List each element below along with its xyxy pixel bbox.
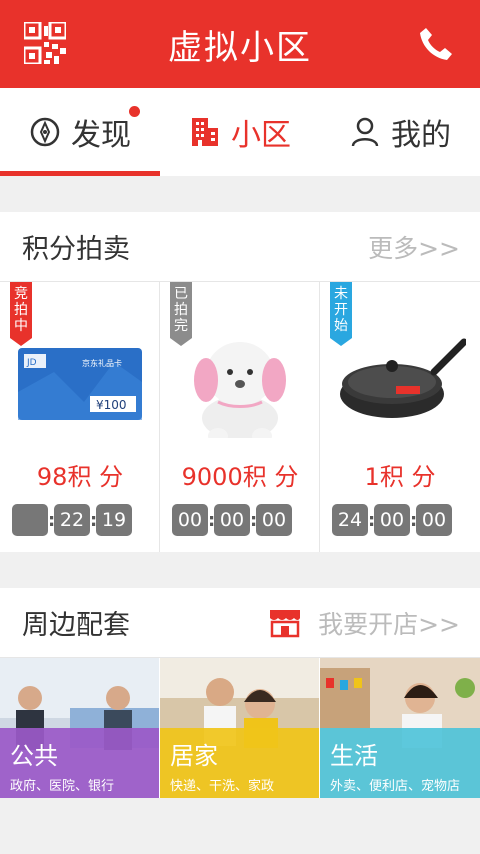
timer-hours: 24 bbox=[332, 504, 368, 536]
wok-pan-image bbox=[340, 338, 466, 418]
auction-header: 积分拍卖 更多>> bbox=[0, 212, 480, 282]
service-tile-public[interactable]: 公共 政府、医院、银行 bbox=[0, 658, 160, 798]
status-ribbon: 竞拍中 bbox=[10, 282, 32, 346]
service-name: 公共 bbox=[10, 742, 58, 770]
top-tabs: 发现 小区 我的 bbox=[0, 88, 480, 176]
timer-hours: 00 bbox=[172, 504, 208, 536]
service-name: 生活 bbox=[330, 742, 378, 770]
section-title: 周边配套 bbox=[22, 610, 130, 641]
service-tiles: 公共 政府、医院、银行 居家 快递、干洗、家政 生活 外卖、便利店、宠物店 bbox=[0, 658, 480, 798]
services-section: 周边配套 我要开店>> 公共 政府、医院、银行 居家 快递、干洗、家政 生活 外… bbox=[0, 588, 480, 798]
service-sub: 快递、干洗、家政 bbox=[170, 779, 275, 794]
tab-label: 小区 bbox=[231, 118, 291, 153]
gift-card-image: JD 京东礼品卡 ¥100 bbox=[18, 348, 142, 420]
service-name: 居家 bbox=[170, 742, 218, 770]
auction-cards: 竞拍中 JD 京东礼品卡 ¥100 98积 分 : 22 : 19 已拍完 90… bbox=[0, 282, 480, 552]
card-text: 京东礼品卡 bbox=[82, 358, 122, 368]
timer-seconds: 19 bbox=[96, 504, 132, 536]
plush-dog-image bbox=[194, 342, 286, 438]
price-label: 9000积 分 bbox=[181, 463, 299, 491]
auction-card[interactable]: 未开始 1积 分 24 : 00 : 00 bbox=[320, 282, 480, 552]
card-brand: JD bbox=[26, 358, 37, 368]
section-title: 积分拍卖 bbox=[22, 234, 130, 265]
person-icon bbox=[351, 117, 379, 147]
countdown-timer: : 22 : 19 bbox=[12, 504, 132, 536]
open-store-text: 我要开店>> bbox=[318, 609, 460, 639]
service-band: 公共 政府、医院、银行 bbox=[0, 728, 159, 798]
countdown-timer: 00 : 00 : 00 bbox=[172, 504, 292, 536]
open-store-link[interactable]: 我要开店>> bbox=[268, 605, 460, 641]
timer-minutes: 00 bbox=[374, 504, 410, 536]
services-header: 周边配套 我要开店>> bbox=[0, 588, 480, 658]
service-sub: 政府、医院、银行 bbox=[10, 779, 115, 794]
page-title: 虚拟小区 bbox=[168, 27, 312, 68]
more-link[interactable]: 更多>> bbox=[368, 229, 460, 265]
qr-code-icon[interactable] bbox=[24, 22, 66, 64]
app-header: 虚拟小区 bbox=[0, 0, 480, 88]
tab-label: 发现 bbox=[71, 118, 131, 153]
auction-card[interactable]: 竞拍中 JD 京东礼品卡 ¥100 98积 分 : 22 : 19 bbox=[0, 282, 160, 552]
service-tile-home[interactable]: 居家 快递、干洗、家政 bbox=[160, 658, 320, 798]
service-sub: 外卖、便利店、宠物店 bbox=[330, 779, 461, 794]
service-band: 生活 外卖、便利店、宠物店 bbox=[320, 728, 480, 798]
timer-minutes: 00 bbox=[214, 504, 250, 536]
card-value: ¥100 bbox=[96, 398, 127, 412]
price-label: 1积 分 bbox=[364, 463, 436, 491]
timer-minutes: 22 bbox=[54, 504, 90, 536]
tab-discover[interactable]: 发现 bbox=[0, 88, 160, 176]
notification-dot bbox=[129, 106, 140, 117]
auction-section: 积分拍卖 更多>> 竞拍中 JD 京东礼品卡 ¥100 98积 分 : 22 :… bbox=[0, 212, 480, 552]
timer-seconds: 00 bbox=[416, 504, 452, 536]
service-tile-life[interactable]: 生活 外卖、便利店、宠物店 bbox=[320, 658, 480, 798]
countdown-timer: 24 : 00 : 00 bbox=[332, 504, 452, 536]
storefront-icon bbox=[270, 609, 301, 637]
timer-seconds: 00 bbox=[256, 504, 292, 536]
service-band: 居家 快递、干洗、家政 bbox=[160, 728, 319, 798]
tab-community[interactable]: 小区 bbox=[160, 88, 320, 176]
building-icon bbox=[192, 118, 218, 146]
auction-card[interactable]: 已拍完 9000积 分 00 : 00 : 00 bbox=[160, 282, 320, 552]
status-ribbon: 未开始 bbox=[330, 282, 352, 346]
timer-hours bbox=[12, 504, 48, 536]
phone-icon[interactable] bbox=[418, 26, 454, 62]
tab-label: 我的 bbox=[391, 118, 451, 153]
price-label: 98积 分 bbox=[36, 463, 124, 491]
compass-icon bbox=[30, 117, 60, 147]
tab-mine[interactable]: 我的 bbox=[320, 88, 480, 176]
